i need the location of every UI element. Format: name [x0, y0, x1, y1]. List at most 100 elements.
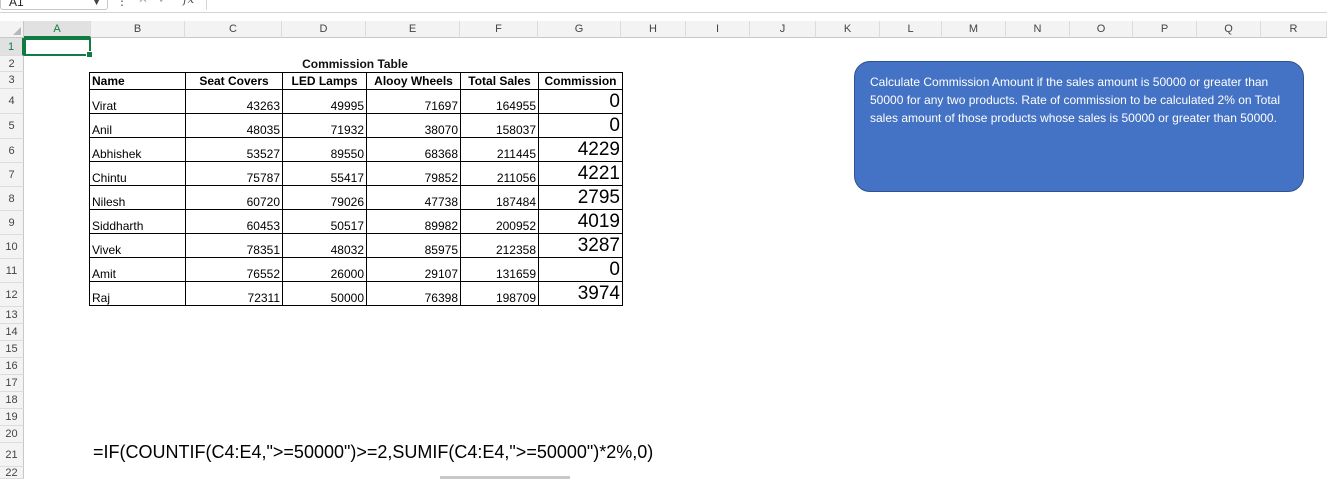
- row-header[interactable]: 20: [0, 426, 24, 443]
- column-header[interactable]: R: [1261, 21, 1327, 38]
- row-header[interactable]: 8: [0, 187, 24, 211]
- alooy-wheels-cell[interactable]: 79852: [366, 161, 461, 186]
- row-header[interactable]: 5: [0, 114, 24, 139]
- row-header[interactable]: 19: [0, 409, 24, 426]
- name-cell[interactable]: Nilesh: [89, 185, 186, 210]
- row-header[interactable]: 6: [0, 139, 24, 163]
- row-header[interactable]: 7: [0, 163, 24, 187]
- alooy-wheels-cell[interactable]: 38070: [366, 113, 461, 138]
- seat-covers-cell[interactable]: 75787: [185, 161, 283, 186]
- row-header[interactable]: 12: [0, 283, 24, 307]
- cancel-icon[interactable]: ✕: [138, 0, 148, 6]
- header-seat-covers[interactable]: Seat Covers: [185, 72, 283, 90]
- seat-covers-cell[interactable]: 43263: [185, 89, 283, 114]
- alooy-wheels-cell[interactable]: 85975: [366, 233, 461, 258]
- row-header[interactable]: 15: [0, 341, 24, 358]
- name-box[interactable]: A1 ▼: [0, 0, 108, 10]
- alooy-wheels-cell[interactable]: 71697: [366, 89, 461, 114]
- column-header[interactable]: C: [185, 21, 282, 38]
- led-lamps-cell[interactable]: 79026: [282, 185, 367, 210]
- alooy-wheels-cell[interactable]: 89982: [366, 209, 461, 234]
- seat-covers-cell[interactable]: 53527: [185, 137, 283, 162]
- led-lamps-cell[interactable]: 50000: [282, 281, 367, 306]
- instruction-note[interactable]: Calculate Commission Amount if the sales…: [854, 61, 1304, 192]
- row-header[interactable]: 4: [0, 89, 24, 114]
- row-header[interactable]: 2: [0, 56, 24, 72]
- row-header[interactable]: 10: [0, 235, 24, 259]
- alooy-wheels-cell[interactable]: 29107: [366, 257, 461, 282]
- name-cell[interactable]: Virat: [89, 89, 186, 114]
- column-header[interactable]: L: [880, 21, 942, 38]
- total-sales-cell[interactable]: 211445: [460, 137, 539, 162]
- column-header[interactable]: M: [942, 21, 1006, 38]
- column-header[interactable]: B: [91, 21, 185, 38]
- name-cell[interactable]: Chintu: [89, 161, 186, 186]
- column-header[interactable]: E: [366, 21, 460, 38]
- row-header[interactable]: 22: [0, 467, 24, 479]
- led-lamps-cell[interactable]: 26000: [282, 257, 367, 282]
- seat-covers-cell[interactable]: 72311: [185, 281, 283, 306]
- column-header[interactable]: Q: [1197, 21, 1261, 38]
- row-header[interactable]: 18: [0, 392, 24, 409]
- insert-function-icon[interactable]: fx: [183, 0, 194, 6]
- total-sales-cell[interactable]: 212358: [460, 233, 539, 258]
- column-header[interactable]: H: [621, 21, 686, 38]
- row-header[interactable]: 11: [0, 259, 24, 283]
- row-header[interactable]: 17: [0, 375, 24, 392]
- header-name[interactable]: Name: [89, 72, 186, 90]
- name-cell[interactable]: Amit: [89, 257, 186, 282]
- name-cell[interactable]: Anil: [89, 113, 186, 138]
- column-header[interactable]: A: [24, 21, 91, 38]
- active-cell-a1[interactable]: [24, 38, 93, 58]
- led-lamps-cell[interactable]: 48032: [282, 233, 367, 258]
- seat-covers-cell[interactable]: 76552: [185, 257, 283, 282]
- name-cell[interactable]: Vivek: [89, 233, 186, 258]
- commission-cell[interactable]: 2795: [538, 185, 623, 210]
- alooy-wheels-cell[interactable]: 47738: [366, 185, 461, 210]
- commission-cell[interactable]: 3287: [538, 233, 623, 258]
- formula-text[interactable]: =IF(COUNTIF(C4:E4,">=50000")>=2,SUMIF(C4…: [93, 442, 653, 463]
- commission-cell[interactable]: 0: [538, 89, 623, 114]
- total-sales-cell[interactable]: 187484: [460, 185, 539, 210]
- column-header[interactable]: N: [1006, 21, 1070, 38]
- row-header[interactable]: 16: [0, 358, 24, 375]
- alooy-wheels-cell[interactable]: 68368: [366, 137, 461, 162]
- led-lamps-cell[interactable]: 55417: [282, 161, 367, 186]
- total-sales-cell[interactable]: 131659: [460, 257, 539, 282]
- commission-cell[interactable]: 0: [538, 257, 623, 282]
- alooy-wheels-cell[interactable]: 76398: [366, 281, 461, 306]
- seat-covers-cell[interactable]: 60720: [185, 185, 283, 210]
- column-header[interactable]: P: [1133, 21, 1197, 38]
- header-commission[interactable]: Commission: [538, 72, 623, 90]
- row-header[interactable]: 13: [0, 307, 24, 324]
- row-header[interactable]: 3: [0, 72, 24, 89]
- total-sales-cell[interactable]: 200952: [460, 209, 539, 234]
- column-header[interactable]: K: [816, 21, 880, 38]
- row-header[interactable]: 21: [0, 443, 24, 467]
- row-header[interactable]: 1: [0, 38, 24, 56]
- header-alooy-wheels[interactable]: Alooy Wheels: [366, 72, 461, 90]
- total-sales-cell[interactable]: 158037: [460, 113, 539, 138]
- seat-covers-cell[interactable]: 60453: [185, 209, 283, 234]
- total-sales-cell[interactable]: 211056: [460, 161, 539, 186]
- column-header[interactable]: F: [460, 21, 538, 38]
- led-lamps-cell[interactable]: 49995: [282, 89, 367, 114]
- column-header[interactable]: G: [538, 21, 621, 38]
- chevron-down-icon[interactable]: ▼: [92, 0, 101, 11]
- name-cell[interactable]: Raj: [89, 281, 186, 306]
- commission-cell[interactable]: 3974: [538, 281, 623, 306]
- more-options-icon[interactable]: ⋮: [116, 0, 128, 8]
- led-lamps-cell[interactable]: 50517: [282, 209, 367, 234]
- row-header[interactable]: 14: [0, 324, 24, 341]
- total-sales-cell[interactable]: 198709: [460, 281, 539, 306]
- header-led-lamps[interactable]: LED Lamps: [282, 72, 367, 90]
- seat-covers-cell[interactable]: 48035: [185, 113, 283, 138]
- header-total-sales[interactable]: Total Sales: [460, 72, 539, 90]
- total-sales-cell[interactable]: 164955: [460, 89, 539, 114]
- column-header[interactable]: O: [1070, 21, 1133, 38]
- column-header[interactable]: D: [282, 21, 366, 38]
- formula-input[interactable]: [206, 0, 1327, 10]
- select-all-button[interactable]: [0, 21, 24, 38]
- column-header[interactable]: I: [686, 21, 750, 38]
- row-header[interactable]: 9: [0, 211, 24, 235]
